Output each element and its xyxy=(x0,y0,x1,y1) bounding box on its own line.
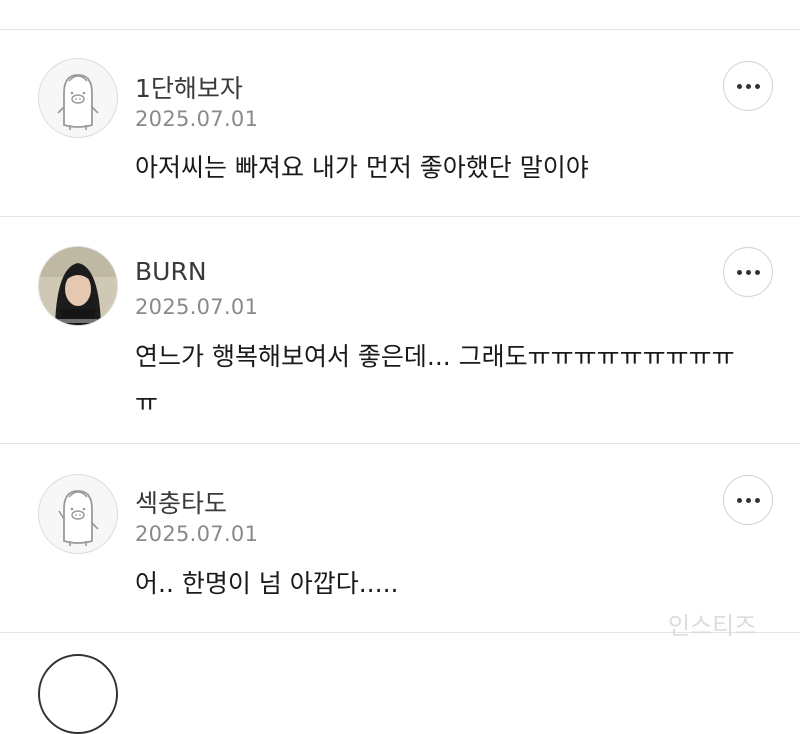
avatar-default-character-waving-icon[interactable] xyxy=(38,474,118,554)
next-comment-avatar[interactable] xyxy=(38,654,118,734)
avatar-profile-photo[interactable] xyxy=(38,246,118,326)
more-options-button[interactable] xyxy=(723,247,773,297)
more-options-button[interactable] xyxy=(723,61,773,111)
comment-author[interactable]: 섹충타도 xyxy=(135,484,227,520)
comment-text: 연느가 행복해보여서 좋은데... 그래도ㅠㅠㅠㅠㅠㅠㅠㅠㅠㅠ xyxy=(135,342,735,417)
watermark: 인스티즈 xyxy=(668,612,757,640)
divider xyxy=(0,29,800,30)
comment-text: 어.. 한명이 넘 아깝다..... xyxy=(135,569,399,598)
more-options-button[interactable] xyxy=(723,475,773,525)
divider xyxy=(0,216,800,217)
more-horizontal-icon xyxy=(736,83,760,89)
comment-date: 2025.07.01 xyxy=(135,107,259,131)
comment-list: 1단해보자 2025.07.01 아저씨는 빠져요 내가 먼저 좋아했단 말이야… xyxy=(0,0,800,734)
comment-author[interactable]: 1단해보자 xyxy=(135,69,243,105)
more-horizontal-icon xyxy=(736,269,760,275)
comment-date: 2025.07.01 xyxy=(135,295,259,319)
avatar-default-character-icon[interactable] xyxy=(38,58,118,138)
more-horizontal-icon xyxy=(736,497,760,503)
comment-author[interactable]: BURN xyxy=(135,257,207,286)
comment-date: 2025.07.01 xyxy=(135,522,259,546)
comment-text: 아저씨는 빠져요 내가 먼저 좋아했단 말이야 xyxy=(135,153,589,182)
divider xyxy=(0,443,800,444)
